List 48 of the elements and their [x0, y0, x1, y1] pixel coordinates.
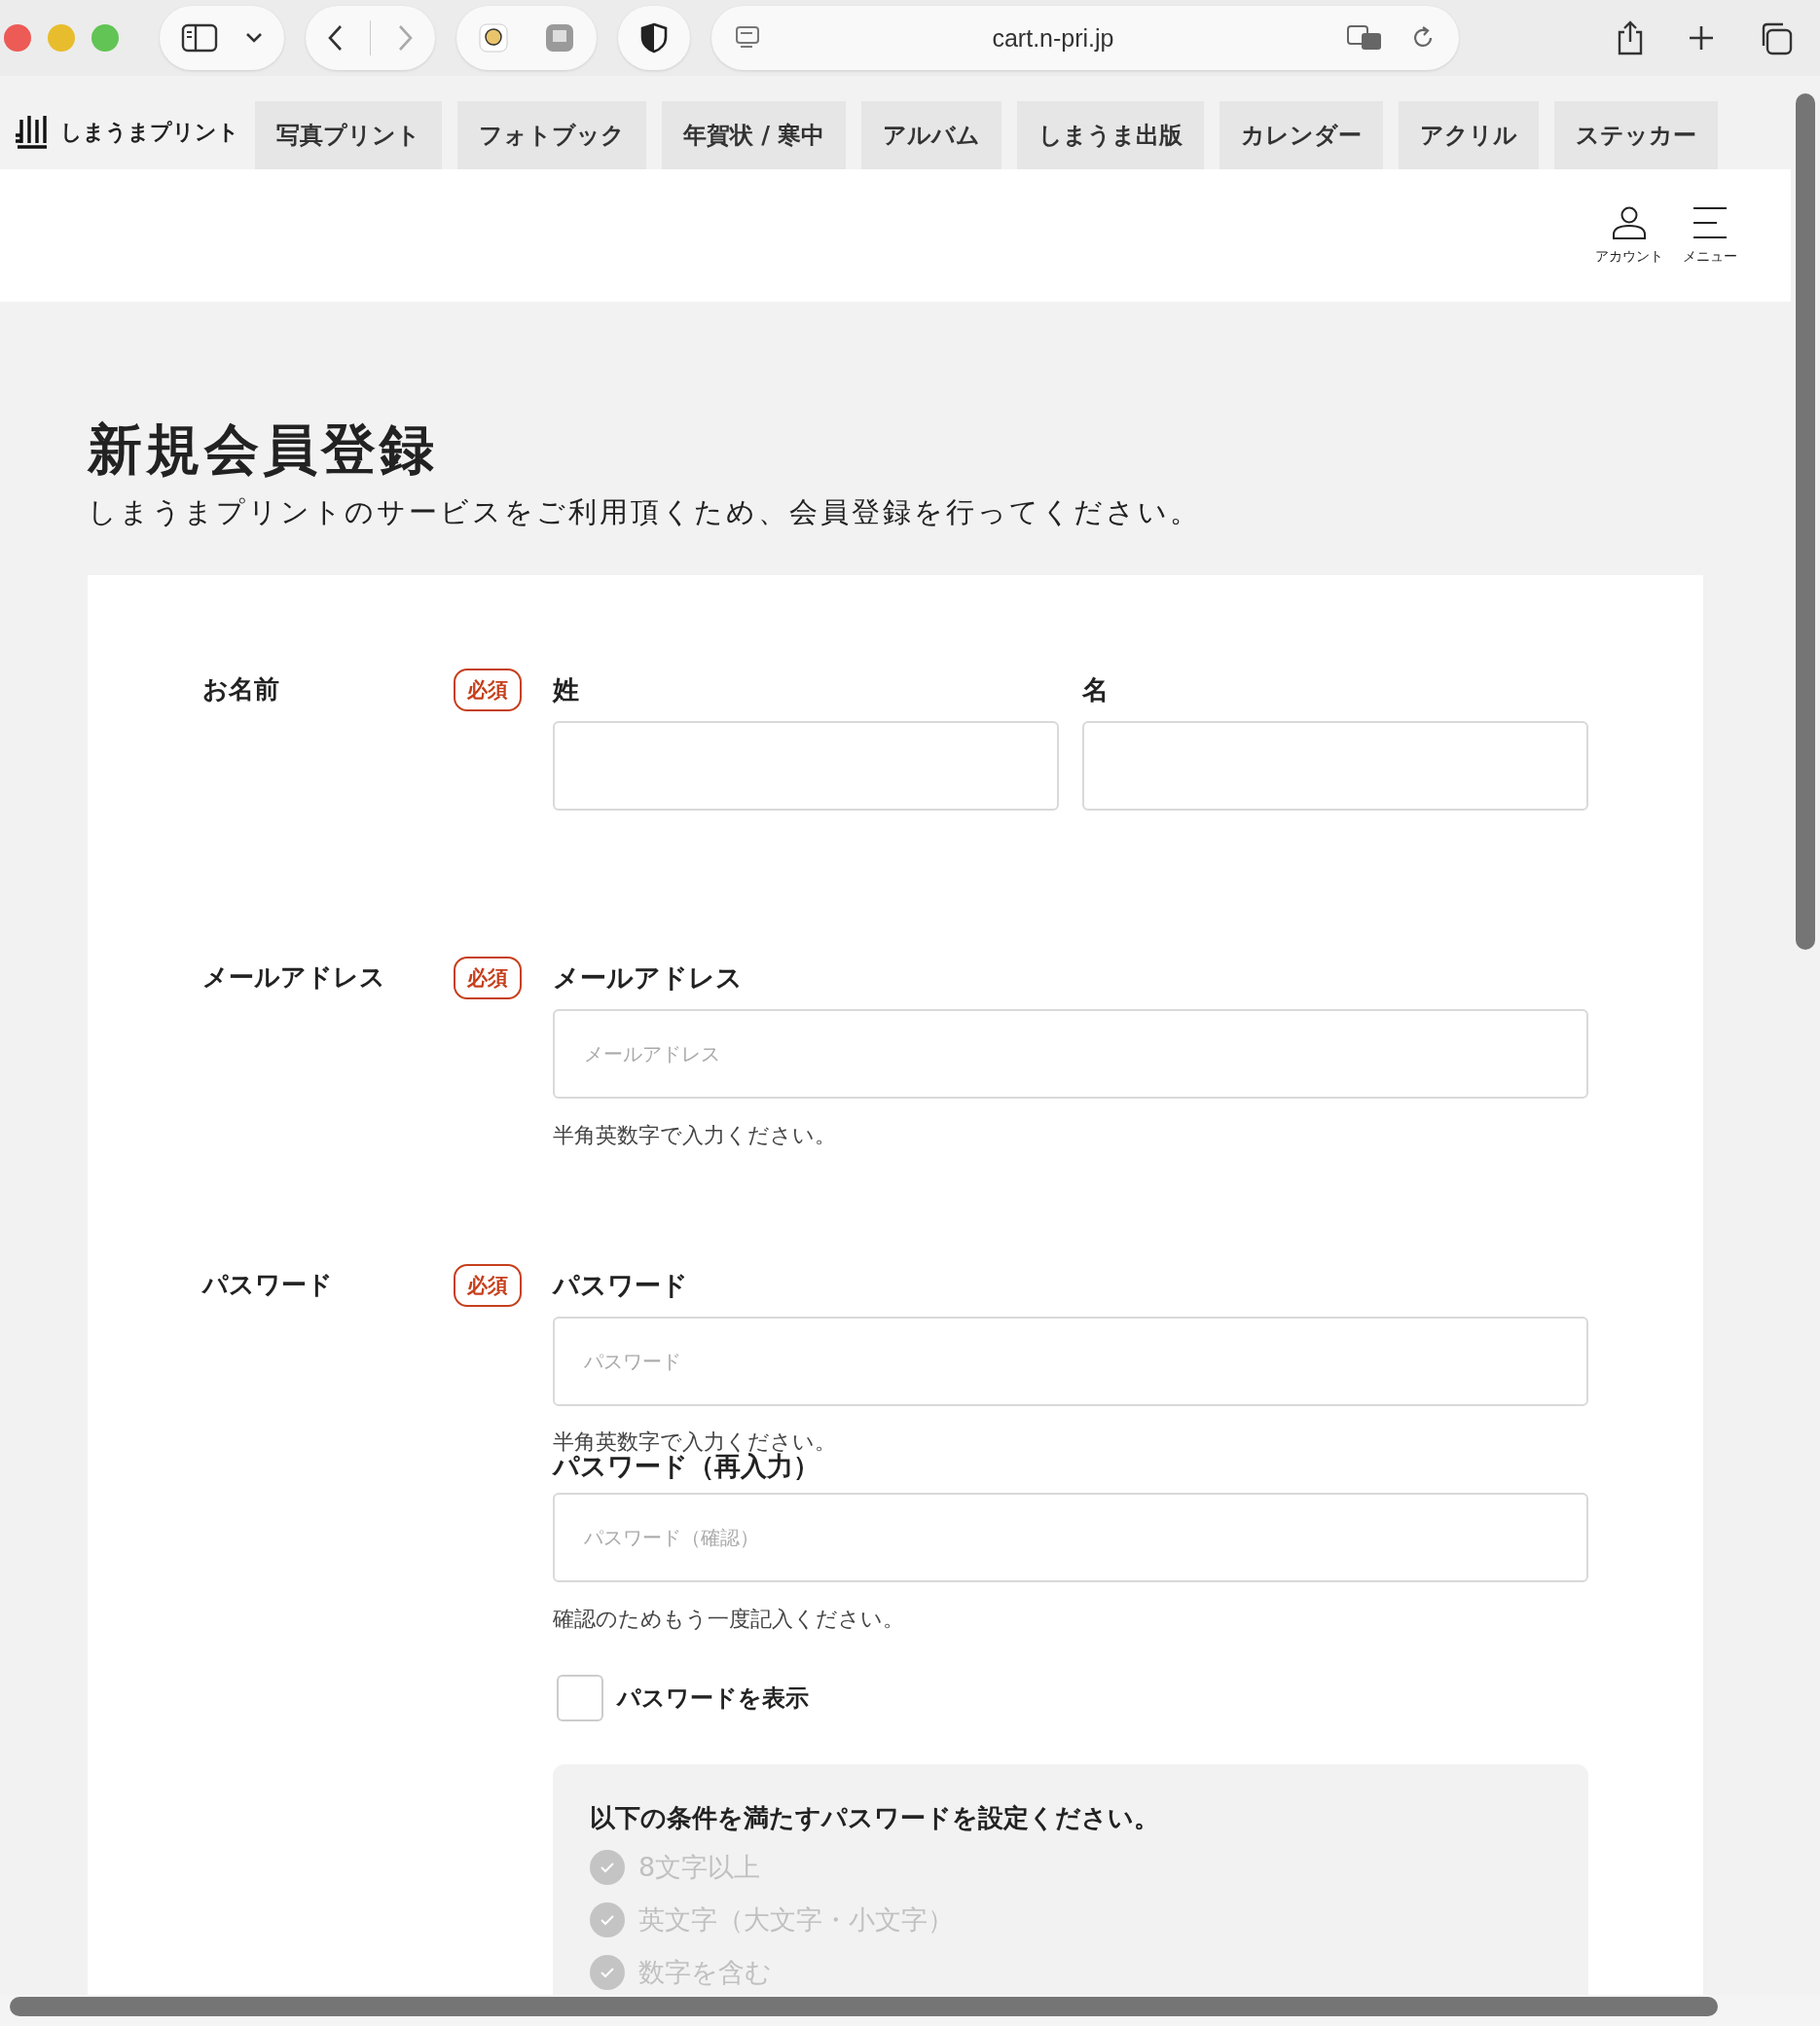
nav-tab[interactable]: 年賀状 / 寒中: [662, 101, 847, 169]
share-icon[interactable]: [1616, 20, 1645, 55]
required-badge: 必須: [454, 1264, 522, 1308]
field-label: パスワード: [553, 1269, 689, 1303]
rules-title: 以下の条件を満たすパスワードを設定ください。: [590, 1801, 1160, 1834]
header-action-label[interactable]: メニュー: [1683, 248, 1737, 266]
nav-tab[interactable]: ステッカー: [1554, 101, 1719, 169]
nav-tab[interactable]: アルバム: [861, 101, 1002, 169]
extension-icon[interactable]: [478, 22, 509, 54]
scrollbar-thumb[interactable]: [10, 1997, 1718, 2016]
field-label: 姓: [553, 673, 580, 707]
field-hint: 半角英数字で入力ください。: [553, 1124, 837, 1148]
chevron-down-icon[interactable]: [245, 32, 263, 44]
shield-icon[interactable]: [640, 22, 668, 54]
field-hint: 半角英数字で入力ください。: [553, 1431, 837, 1454]
page-title: 新規会員登録: [88, 416, 439, 483]
nav-tab[interactable]: フォトブック: [457, 101, 646, 169]
checkbox[interactable]: [557, 1674, 603, 1721]
checkbox-label[interactable]: パスワードを表示: [617, 1682, 809, 1714]
required-badge: 必須: [454, 669, 522, 712]
input-field[interactable]: メールアドレス: [553, 1009, 1588, 1100]
input-field[interactable]: [553, 721, 1059, 812]
field-label: メールアドレス: [553, 961, 744, 995]
page-subtitle: しまうまプリントのサービスをご利用頂くため、会員登録を行ってください。: [88, 494, 1202, 531]
close-window-button[interactable]: [4, 24, 31, 52]
scrollbar-thumb[interactable]: [1796, 93, 1815, 950]
logo-text[interactable]: しまうまプリント: [60, 118, 239, 147]
input-field[interactable]: パスワード（確認）: [553, 1493, 1588, 1583]
header-action-label[interactable]: アカウント: [1595, 248, 1663, 266]
nav-tab[interactable]: 写真プリント: [255, 101, 442, 169]
section-label: お名前: [202, 673, 280, 706]
section-label: パスワード: [202, 1269, 334, 1302]
input-field[interactable]: [1082, 721, 1588, 812]
field-label: パスワード（再入力）: [553, 1453, 819, 1480]
required-badge: 必須: [454, 957, 522, 1000]
section-label: メールアドレス: [202, 961, 386, 995]
nav-tab[interactable]: アクリル: [1399, 101, 1540, 169]
back-icon[interactable]: [327, 24, 343, 52]
field-label: 名: [1082, 673, 1110, 707]
plus-icon[interactable]: [1688, 24, 1715, 52]
nav-tab[interactable]: カレンダー: [1219, 101, 1384, 169]
person-icon[interactable]: [1611, 205, 1648, 240]
menu-icon[interactable]: [1692, 205, 1729, 240]
input-field[interactable]: パスワード: [553, 1317, 1588, 1407]
reader-icon[interactable]: [735, 25, 760, 51]
sidebar-icon[interactable]: [181, 23, 218, 53]
field-hint: 確認のためもう一度記入ください。: [553, 1608, 905, 1632]
nav-tab[interactable]: しまうま出版: [1017, 101, 1205, 169]
